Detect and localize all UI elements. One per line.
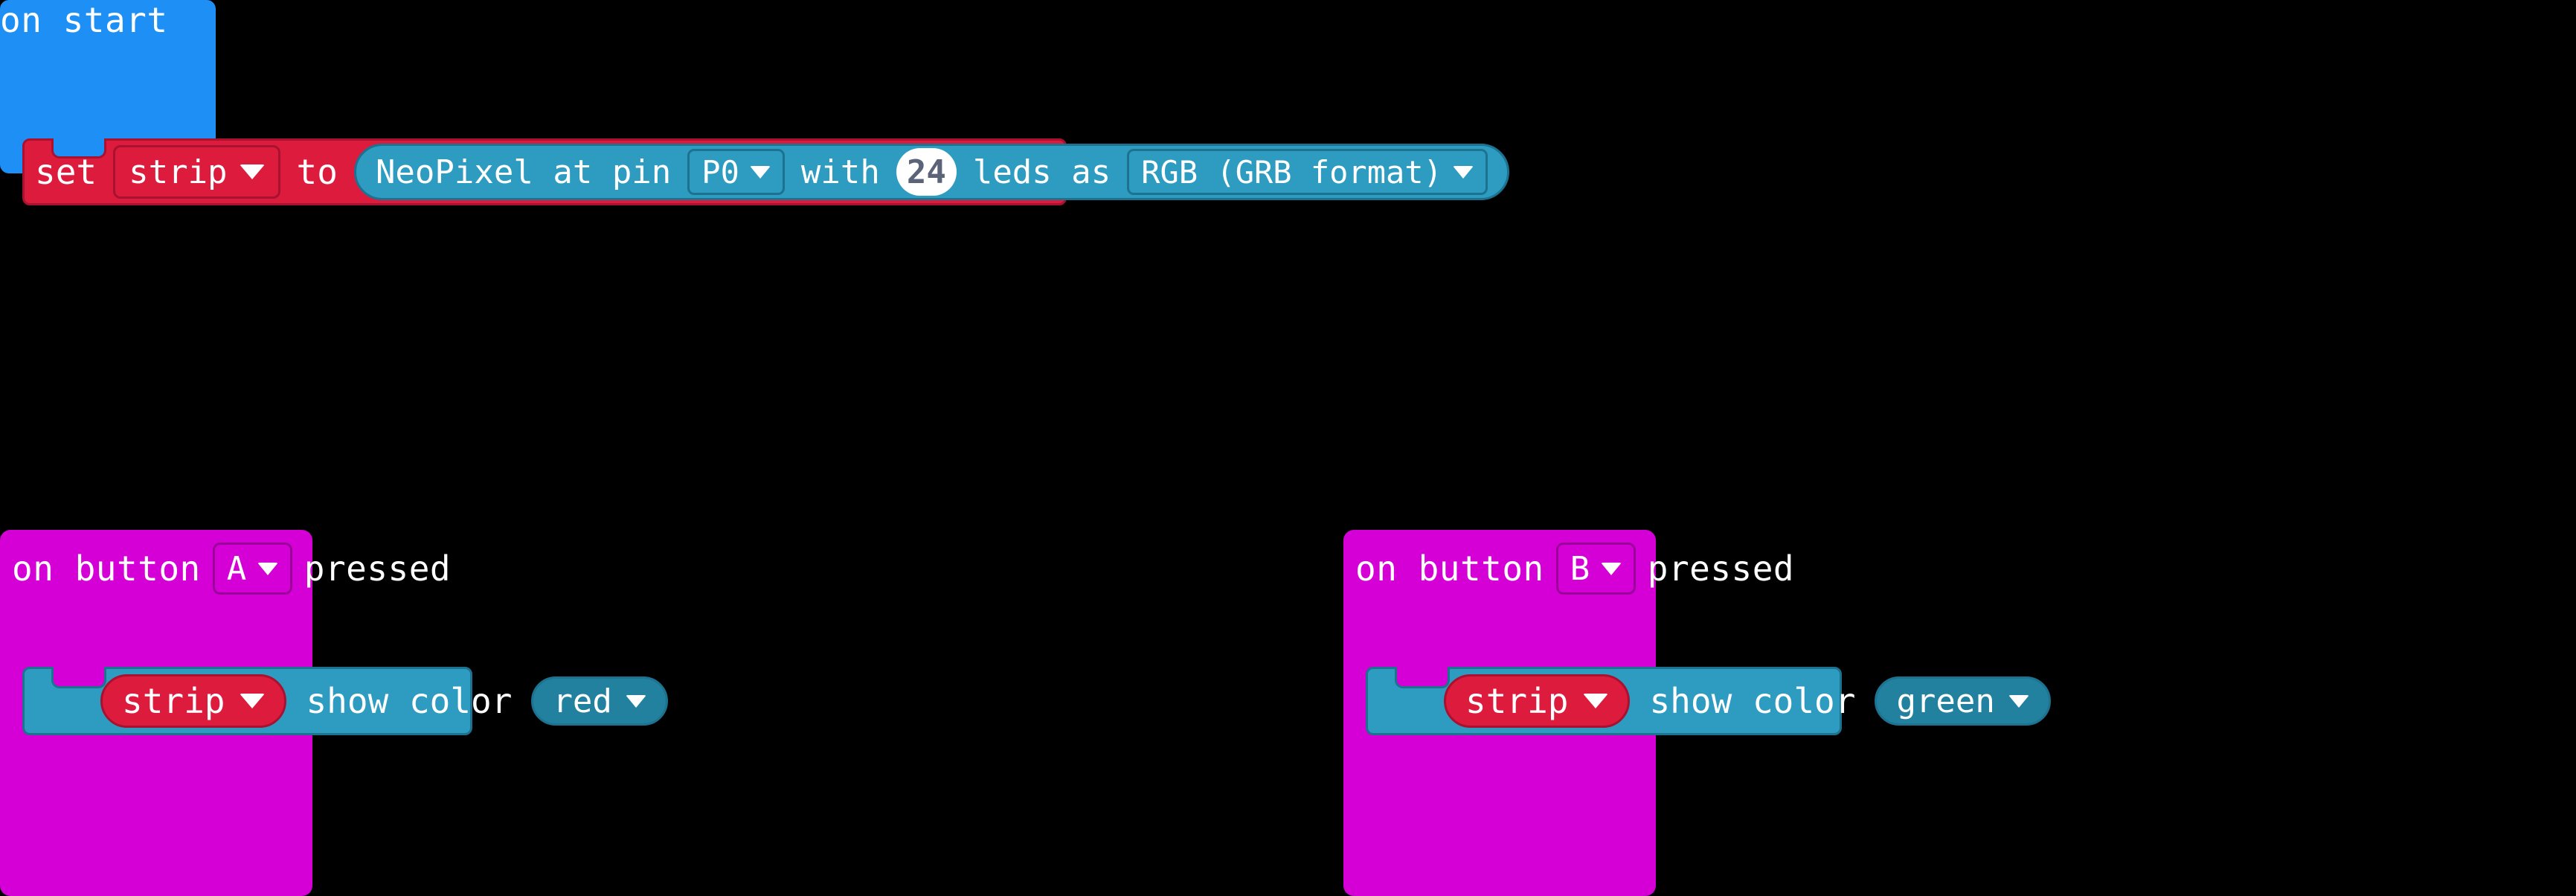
strip-show-color-block-b[interactable]: strip show color green: [1366, 667, 2051, 735]
variable-dropdown-label: strip: [1465, 681, 1569, 721]
color-dropdown-label: red: [553, 682, 612, 720]
on-start-label: on start: [0, 0, 168, 40]
strip-show-color-block-a[interactable]: strip show color red: [22, 667, 668, 735]
show-color-label: show color: [306, 681, 513, 721]
chevron-down-icon: [257, 562, 278, 575]
to-keyword: to: [296, 152, 338, 192]
chevron-down-icon: [240, 694, 266, 708]
chevron-down-icon: [2008, 694, 2029, 708]
chevron-down-icon: [239, 164, 265, 179]
variable-dropdown-label: strip: [122, 681, 225, 721]
with-keyword: with: [800, 153, 880, 191]
block-notch: [1395, 667, 1450, 688]
color-dropdown-green[interactable]: green: [1875, 676, 2051, 726]
rgb-mode-dropdown-label: RGB (GRB format): [1141, 153, 1442, 191]
on-button-b-label: on button B pressed: [1355, 539, 1794, 598]
chevron-down-icon: [1600, 562, 1622, 575]
show-color-label: show color: [1649, 681, 1856, 721]
chevron-down-icon: [1452, 165, 1474, 179]
button-dropdown-a[interactable]: A: [212, 543, 292, 595]
on-button-suffix: pressed: [303, 548, 452, 589]
block-notch: [51, 667, 106, 688]
rgb-mode-dropdown[interactable]: RGB (GRB format): [1127, 149, 1488, 195]
chevron-down-icon: [625, 694, 646, 708]
variable-dropdown-strip[interactable]: strip: [100, 674, 287, 728]
chevron-down-icon: [1583, 694, 1609, 708]
color-dropdown-label: green: [1896, 682, 1995, 720]
on-button-a-label: on button A pressed: [12, 539, 451, 598]
pin-dropdown-label: P0: [701, 153, 739, 191]
button-dropdown-b-label: B: [1570, 549, 1590, 588]
on-button-prefix: on button: [12, 548, 201, 589]
neopixel-create-reporter[interactable]: NeoPixel at pin P0 with 24 leds as RGB (…: [353, 144, 1509, 200]
pin-dropdown[interactable]: P0: [687, 149, 785, 195]
block-notch: [51, 138, 106, 159]
color-dropdown-red[interactable]: red: [531, 676, 668, 726]
led-count-input[interactable]: 24: [896, 148, 957, 196]
set-variable-block[interactable]: set strip to NeoPixel at pin P0 with 24 …: [22, 138, 1509, 205]
on-button-prefix: on button: [1355, 548, 1544, 589]
variable-dropdown-label: strip: [129, 153, 228, 191]
leds-as-keyword: leds as: [972, 153, 1111, 191]
neopixel-prefix-label: NeoPixel at pin: [375, 153, 672, 191]
button-dropdown-b[interactable]: B: [1555, 543, 1636, 595]
variable-dropdown-strip[interactable]: strip: [1444, 674, 1631, 728]
chevron-down-icon: [749, 165, 771, 179]
variable-dropdown-strip[interactable]: strip: [113, 145, 280, 199]
button-dropdown-a-label: A: [226, 549, 247, 588]
on-button-suffix: pressed: [1647, 548, 1795, 589]
